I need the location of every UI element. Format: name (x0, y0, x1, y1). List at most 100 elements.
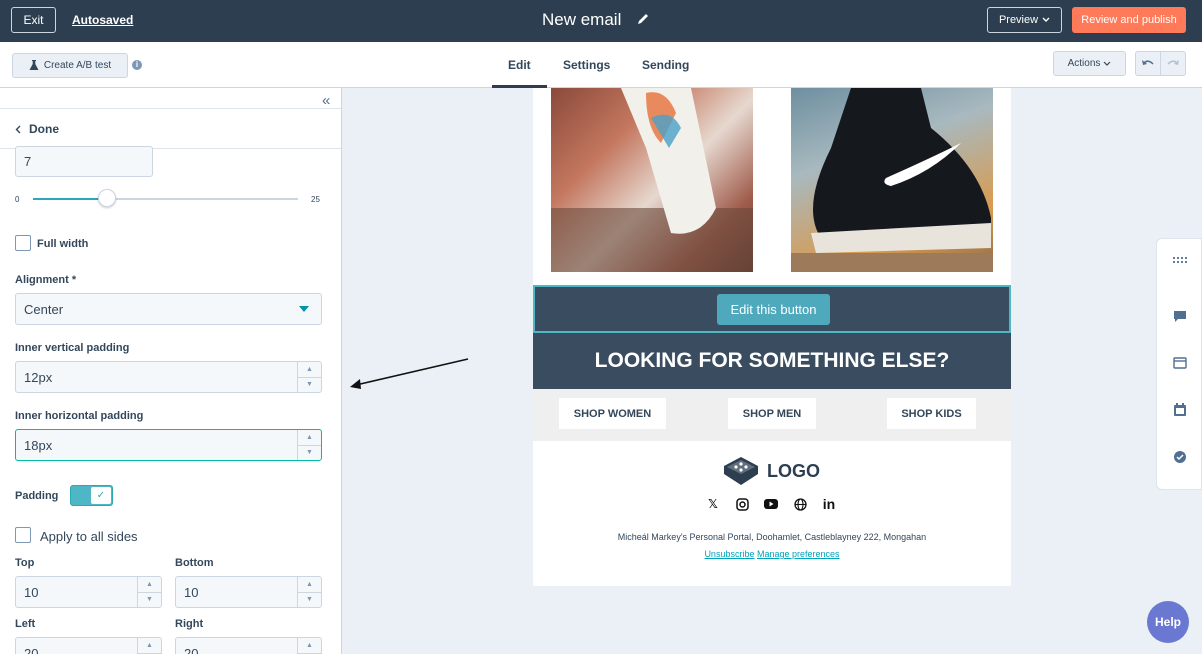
email-footer: LOGO 𝕏 in Micheál Markey's Personal Port… (533, 441, 1011, 586)
undo-button[interactable] (1135, 51, 1161, 76)
sneaker-illustration (551, 88, 753, 272)
bottom-padding-input[interactable]: 10 ▲ ▼ (175, 576, 322, 608)
autosaved-status[interactable]: Autosaved (72, 13, 133, 27)
footer-address: Micheál Markey's Personal Portal, Dooham… (617, 532, 927, 542)
comment-icon[interactable] (1171, 307, 1189, 325)
padding-label: Padding (15, 490, 59, 502)
button-module[interactable]: Edit this button (533, 285, 1011, 333)
shoe-image-right[interactable] (791, 88, 993, 272)
email-title[interactable]: New email (542, 10, 621, 30)
border-width-input[interactable]: 7 (15, 146, 153, 177)
review-and-publish-button[interactable]: Review and publish (1072, 7, 1186, 33)
stepper-up-icon[interactable]: ▲ (138, 577, 161, 593)
stepper-up-icon[interactable]: ▲ (298, 430, 321, 446)
unsubscribe-link[interactable]: Unsubscribe (704, 549, 754, 559)
chevron-left-icon (15, 125, 21, 133)
check-icon: ✓ (91, 487, 111, 504)
inner-horizontal-padding-label: Inner horizontal padding (15, 410, 144, 422)
alignment-select[interactable]: Center (15, 293, 322, 325)
left-padding-value: 20 (24, 645, 39, 654)
calendar-icon[interactable] (1171, 401, 1189, 419)
top-padding-stepper[interactable]: ▲ ▼ (137, 577, 161, 607)
alignment-value: Center (24, 301, 64, 317)
help-button[interactable]: Help (1147, 601, 1189, 643)
footer-links: Unsubscribe Manage preferences (533, 549, 1011, 559)
stepper-up-icon[interactable]: ▲ (138, 638, 161, 654)
info-icon[interactable]: i (132, 60, 142, 70)
left-padding-input[interactable]: 20 ▲▼ (15, 637, 162, 654)
stepper-up-icon[interactable]: ▲ (298, 362, 321, 378)
stepper-down-icon[interactable]: ▼ (138, 593, 161, 608)
slider-max-label: 25 (311, 195, 320, 204)
border-slider-handle[interactable] (98, 189, 117, 207)
inner-horizontal-padding-value: 18px (24, 437, 53, 453)
stepper-down-icon[interactable]: ▼ (298, 446, 321, 461)
done-label: Done (29, 122, 59, 136)
shop-kids-button[interactable]: SHOP KIDS (887, 398, 976, 429)
border-slider-fill (33, 198, 108, 200)
inner-vertical-padding-input[interactable]: 12px ▲ ▼ (15, 361, 322, 393)
apply-to-all-sides-checkbox[interactable] (15, 527, 31, 543)
redo-button[interactable] (1160, 51, 1186, 76)
collapse-panel-icon[interactable]: « (322, 92, 330, 109)
top-padding-label: Top (15, 557, 35, 569)
preview-label: Preview (998, 14, 1039, 26)
top-bar: Exit Autosaved New email Preview Review … (0, 0, 1202, 42)
stepper-down-icon[interactable]: ▼ (298, 378, 321, 393)
manage-preferences-link[interactable]: Manage preferences (757, 549, 840, 559)
border-width-value: 7 (24, 154, 32, 169)
right-padding-input[interactable]: 20 ▲▼ (175, 637, 322, 654)
redo-icon (1167, 59, 1179, 65)
chevron-down-icon (1103, 61, 1111, 66)
grid-dots-icon[interactable] (1171, 251, 1189, 269)
shop-men-button[interactable]: SHOP MEN (728, 398, 816, 429)
check-badge-icon[interactable] (1171, 448, 1189, 466)
bottom-padding-stepper[interactable]: ▲ ▼ (297, 577, 321, 607)
pencil-icon[interactable] (635, 11, 651, 27)
linkedin-icon[interactable]: in (821, 496, 837, 512)
right-padding-stepper[interactable]: ▲▼ (297, 638, 321, 654)
shoe-image-left[interactable] (551, 88, 753, 272)
sneaker-illustration (791, 88, 993, 272)
tab-settings[interactable]: Settings (563, 58, 610, 72)
done-button[interactable]: Done (15, 122, 59, 136)
right-padding-value: 20 (184, 645, 199, 654)
email-canvas: Edit this button LOOKING FOR SOMETHING E… (342, 88, 1202, 654)
exit-button[interactable]: Exit (11, 7, 56, 33)
full-width-checkbox[interactable] (15, 235, 31, 251)
youtube-icon[interactable] (763, 496, 779, 512)
preview-button[interactable]: Preview (987, 7, 1062, 33)
apply-to-all-sides-label: Apply to all sides (40, 529, 138, 544)
editor-toolbar: Create A/B test i Edit Settings Sending … (0, 42, 1202, 88)
inner-horizontal-padding-input[interactable]: 18px ▲ ▼ (15, 429, 322, 461)
edit-this-button[interactable]: Edit this button (717, 294, 830, 325)
annotation-arrow (350, 358, 469, 389)
logo-text: LOGO (767, 460, 820, 481)
window-icon[interactable] (1171, 354, 1189, 372)
flask-icon (29, 60, 39, 70)
top-padding-value: 10 (24, 584, 39, 600)
tab-sending[interactable]: Sending (642, 58, 689, 72)
right-padding-label: Right (175, 618, 204, 630)
globe-icon[interactable] (792, 496, 808, 512)
x-twitter-icon[interactable]: 𝕏 (705, 496, 721, 512)
inner-vertical-padding-value: 12px (24, 369, 53, 385)
right-sidebar-toolbar (1156, 238, 1202, 490)
tab-edit[interactable]: Edit (508, 58, 531, 72)
instagram-icon[interactable] (734, 496, 750, 512)
actions-dropdown[interactable]: Actions (1053, 51, 1126, 76)
create-ab-test-button[interactable]: Create A/B test (12, 53, 128, 78)
stepper-down-icon[interactable]: ▼ (298, 593, 321, 608)
slider-min-label: 0 (15, 195, 20, 204)
inner-horizontal-stepper[interactable]: ▲ ▼ (297, 430, 321, 460)
left-padding-stepper[interactable]: ▲▼ (137, 638, 161, 654)
shop-women-button[interactable]: SHOP WOMEN (559, 398, 666, 429)
full-width-label: Full width (37, 238, 89, 250)
stepper-up-icon[interactable]: ▲ (298, 577, 321, 593)
stepper-up-icon[interactable]: ▲ (298, 638, 321, 654)
logo[interactable]: LOGO (723, 456, 820, 486)
top-padding-input[interactable]: 10 ▲ ▼ (15, 576, 162, 608)
inner-vertical-stepper[interactable]: ▲ ▼ (297, 362, 321, 392)
looking-heading[interactable]: LOOKING FOR SOMETHING ELSE? (533, 333, 1011, 389)
padding-toggle[interactable]: ✓ (70, 485, 113, 506)
